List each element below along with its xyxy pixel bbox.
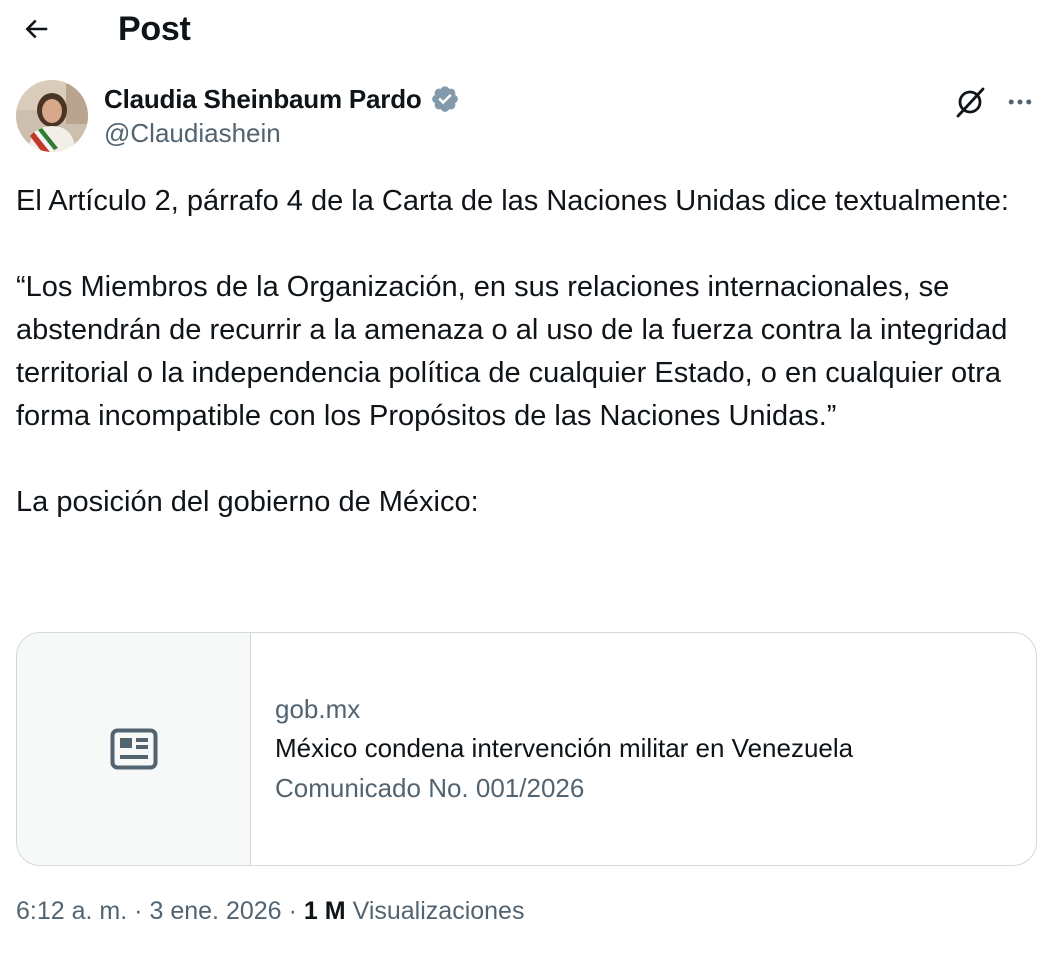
avatar-image [16, 80, 88, 152]
article-icon [110, 728, 157, 770]
card-description: Comunicado No. 001/2026 [275, 773, 585, 803]
card-domain: gob.mx [275, 694, 361, 724]
tweet-time[interactable]: 6:12 a. m. [16, 897, 127, 926]
avatar[interactable] [16, 80, 88, 152]
grok-icon [956, 87, 985, 118]
arrow-left-icon [25, 19, 48, 39]
more-options-button[interactable] [998, 82, 1042, 122]
meta-separator: · [288, 897, 297, 925]
views-count: 1 M [303, 897, 346, 925]
page-title: Post [118, 10, 191, 48]
card-title: México condena intervención militar en V… [275, 733, 854, 763]
tweet-paragraph: La posición del gobierno de México: [16, 486, 479, 518]
card-thumbnail [17, 633, 251, 865]
grok-button[interactable] [950, 82, 990, 122]
author-handle[interactable]: @Claudiashein [104, 118, 460, 149]
more-dots-icon [1008, 99, 1032, 105]
page-header: Post [0, 0, 1058, 58]
author-name[interactable]: Claudia Sheinbaum Pardo [104, 84, 422, 115]
author-block: Claudia Sheinbaum Pardo @Claudiashein [104, 80, 460, 149]
tweet-paragraph: El Artículo 2, párrafo 4 de la Carta de … [16, 185, 1009, 217]
back-button[interactable] [14, 9, 58, 49]
tweet-date[interactable]: 3 ene. 2026 [150, 897, 282, 926]
tweet-paragraph: “Los Miembros de la Organización, en sus… [16, 271, 1016, 432]
views-label: Visualizaciones [352, 897, 525, 925]
tweet-text: El Artículo 2, párrafo 4 de la Carta de … [16, 180, 1042, 524]
link-card[interactable]: gob.mx México condena intervención milit… [16, 632, 1037, 866]
card-body: gob.mx México condena intervención milit… [251, 633, 1036, 865]
verified-badge-icon[interactable] [430, 84, 460, 114]
meta-separator: · [134, 897, 143, 925]
tweet-meta: 6:12 a. m. · 3 ene. 2026 · 1 M Visualiza… [16, 897, 524, 926]
